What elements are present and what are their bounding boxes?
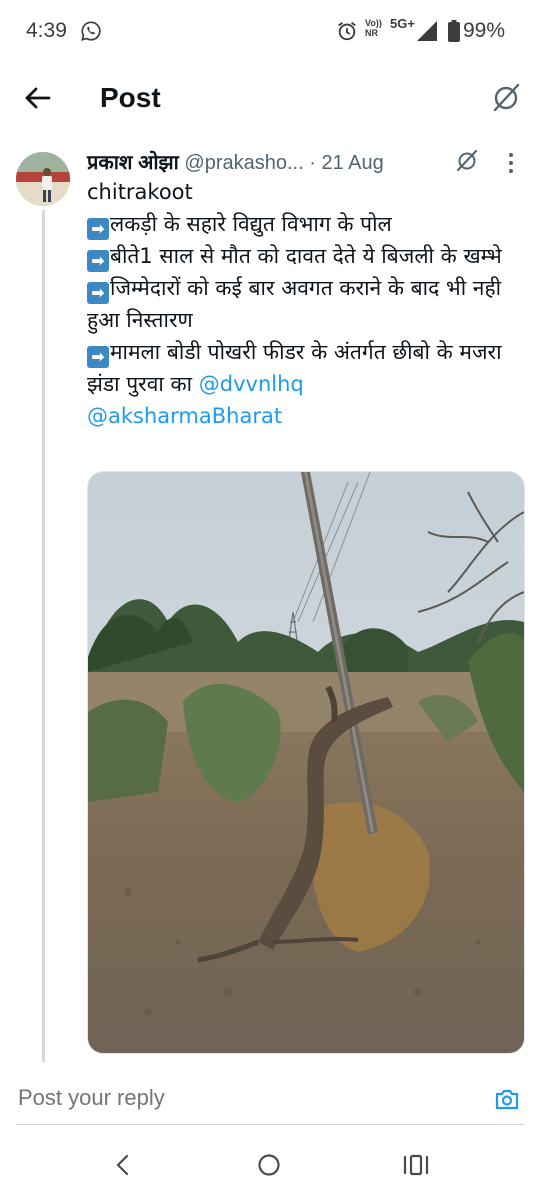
- arrow-right-emoji-icon: ➡: [87, 218, 109, 240]
- tweet-header: प्रकाश ओझा @prakasho... · 21 Aug: [87, 148, 487, 176]
- tweet-text: chitrakoot ➡ लकड़ी के सहारे विद्युत विभाग…: [87, 176, 522, 432]
- mention-link[interactable]: @dvvnlhq: [199, 372, 304, 396]
- tweet-line: @aksharmaBharat: [87, 400, 522, 432]
- whatsapp-icon: [81, 21, 101, 41]
- battery-percent: 99%: [463, 19, 506, 42]
- nav-back-icon[interactable]: [110, 1152, 136, 1178]
- avatar-image: [16, 152, 70, 206]
- arrow-right-emoji-icon: ➡: [87, 346, 109, 368]
- tweet-photo[interactable]: [87, 471, 525, 1054]
- author-handle[interactable]: @prakasho...: [184, 152, 303, 174]
- separator-dot: ·: [309, 152, 316, 174]
- divider: [16, 1124, 524, 1125]
- grok-icon[interactable]: [490, 81, 522, 113]
- tweet-line: ➡ लकड़ी के सहारे विद्युत विभाग के पोल: [87, 208, 522, 240]
- camera-icon[interactable]: [494, 1086, 520, 1112]
- arrow-right-emoji-icon: ➡: [87, 250, 109, 272]
- reply-input[interactable]: [16, 1084, 308, 1112]
- post-header: Post: [0, 62, 540, 138]
- tweet-line: ➡ बीते1 साल से मौत को दावत देते ये बिजली …: [87, 240, 522, 272]
- signal-icon: [417, 21, 437, 41]
- network-type: 5G+: [390, 16, 415, 31]
- battery-icon: [448, 20, 460, 42]
- tweet-line: ➡ जिम्मेदारों को कई बार अवगत कराने के बाद…: [87, 276, 502, 332]
- reply-bar: [0, 1072, 540, 1127]
- post-date[interactable]: 21 Aug: [321, 152, 383, 174]
- photo-image: [88, 472, 524, 1053]
- volte-indicator: Vo)) NR: [365, 18, 382, 38]
- more-options-icon[interactable]: [500, 150, 522, 176]
- nav-recents-icon[interactable]: [402, 1152, 430, 1178]
- thread-line: [42, 210, 45, 1062]
- avatar[interactable]: [16, 152, 70, 206]
- page-title: Post: [100, 82, 161, 113]
- author-name[interactable]: प्रकाश ओझा: [87, 152, 179, 174]
- tweet-line: ➡ मामला बोडी पोखरी फीडर के अंतर्गत छीबो क…: [87, 340, 502, 396]
- status-time: 4:39: [26, 19, 67, 42]
- alarm-icon: [338, 22, 356, 41]
- tweet-location: chitrakoot: [87, 180, 193, 204]
- arrow-left-icon[interactable]: [22, 82, 54, 114]
- arrow-right-emoji-icon: ➡: [87, 282, 109, 304]
- nav-home-icon[interactable]: [256, 1152, 282, 1178]
- status-bar: 4:39 Vo)) NR 5G+ 99%: [0, 0, 540, 62]
- mention-link[interactable]: @aksharmaBharat: [87, 404, 282, 428]
- grok-icon[interactable]: [455, 148, 479, 172]
- system-nav-bar: [0, 1130, 540, 1200]
